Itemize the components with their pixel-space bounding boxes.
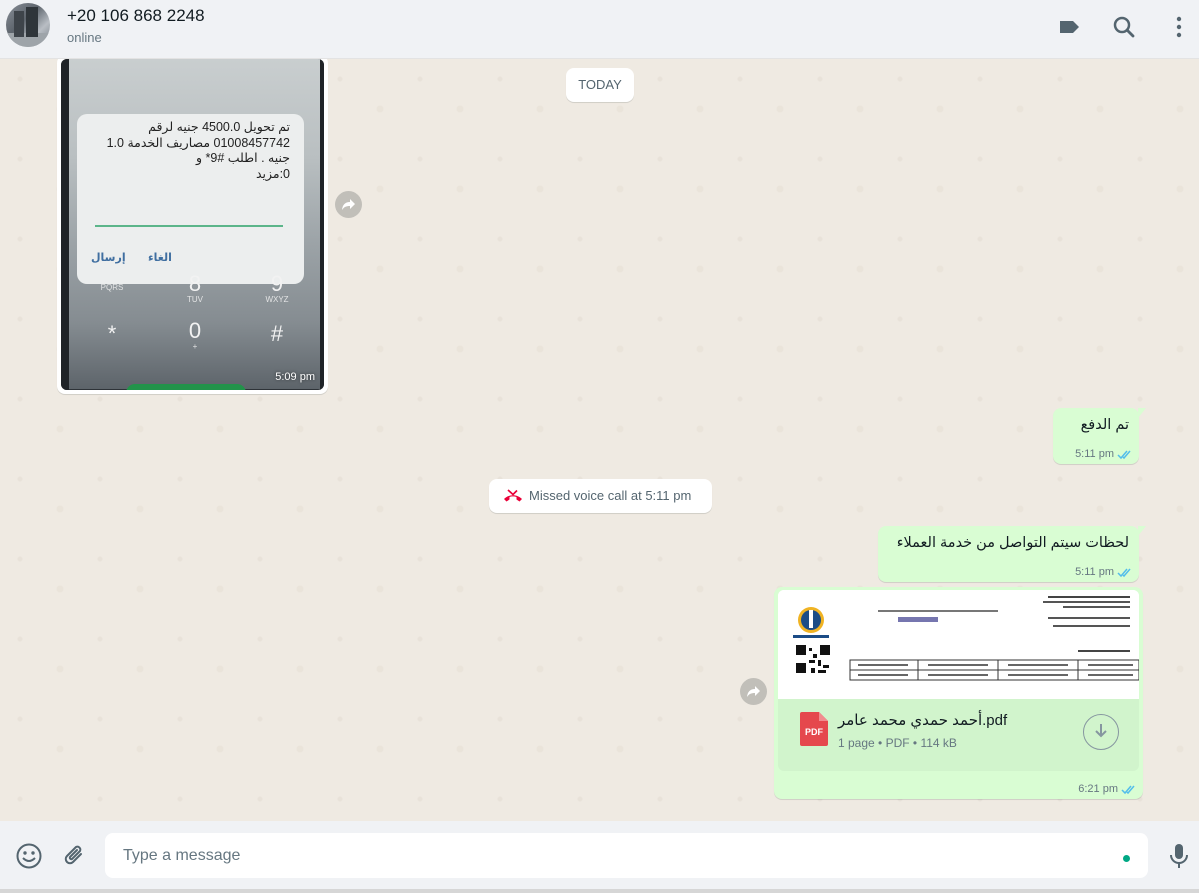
document-card[interactable]: PDF أحمد حمدي محمد عامر.pdf 1 page • PDF… — [778, 699, 1139, 771]
date-chip: TODAY — [566, 68, 634, 102]
read-ticks-icon — [1117, 450, 1131, 459]
missed-call-notice[interactable]: Missed voice call at 5:11 pm — [489, 479, 712, 513]
message-time: 5:11 pm — [1075, 448, 1114, 460]
document-preview[interactable] — [778, 590, 1139, 699]
outgoing-message[interactable]: تم الدفع 5:11 pm — [1053, 408, 1146, 464]
ussd-dialog: تم تحويل 4500.0 جنيه لرقم 01008457742 مص… — [77, 114, 304, 284]
document-message[interactable]: PDF أحمد حمدي محمد عامر.pdf 1 page • PDF… — [774, 587, 1143, 799]
message-time: 5:11 pm — [1075, 566, 1114, 578]
screenshot-image[interactable]: تم تحويل 4500.0 جنيه لرقم 01008457742 مص… — [61, 59, 324, 390]
dialog-text: تم تحويل 4500.0 جنيه لرقم 01008457742 مص… — [106, 120, 290, 181]
contact-name[interactable]: +20 106 868 2248 — [67, 6, 205, 26]
missed-call-icon — [504, 489, 522, 502]
download-icon — [1095, 724, 1107, 738]
message-time: 6:21 pm — [1078, 783, 1118, 795]
download-button[interactable] — [1083, 714, 1119, 750]
status-dot — [1123, 855, 1130, 862]
composer-bar — [0, 821, 1199, 893]
image-message[interactable]: تم تحويل 4500.0 جنيه لرقم 01008457742 مص… — [57, 59, 328, 394]
emoji-icon[interactable] — [15, 842, 43, 875]
pdf-icon: PDF — [800, 712, 828, 746]
attach-icon[interactable] — [62, 842, 88, 875]
message-time: 5:09 pm — [275, 371, 315, 383]
message-text: تم الدفع — [1080, 417, 1129, 433]
chat-header: +20 106 868 2248 online — [0, 0, 1199, 59]
forward-icon[interactable] — [740, 678, 767, 705]
outgoing-message[interactable]: لحظات سيتم التواصل من خدمة العملاء 5:11 … — [878, 526, 1146, 582]
search-icon[interactable] — [1111, 14, 1137, 40]
label-icon[interactable] — [1057, 14, 1083, 40]
message-text: لحظات سيتم التواصل من خدمة العملاء — [896, 535, 1129, 551]
svg-text:PDF: PDF — [805, 727, 824, 737]
message-input[interactable] — [105, 833, 1148, 878]
chat-area[interactable]: TODAY تم تحويل 4500.0 جنيه لرقم 01008457… — [0, 59, 1199, 821]
dialog-send-label: إرسال — [91, 252, 126, 264]
read-ticks-icon — [1117, 568, 1131, 577]
microphone-icon[interactable] — [1167, 842, 1191, 875]
contact-status: online — [67, 30, 102, 45]
document-meta: 1 page • PDF • 114 kB — [838, 736, 957, 750]
avatar[interactable] — [6, 3, 50, 47]
forward-icon[interactable] — [335, 191, 362, 218]
read-ticks-icon — [1121, 785, 1135, 794]
dialog-cancel-label: الغاء — [148, 252, 172, 264]
document-name: أحمد حمدي محمد عامر.pdf — [838, 712, 1008, 729]
missed-call-text: Missed voice call at 5:11 pm — [529, 488, 692, 503]
menu-icon[interactable] — [1166, 14, 1192, 40]
